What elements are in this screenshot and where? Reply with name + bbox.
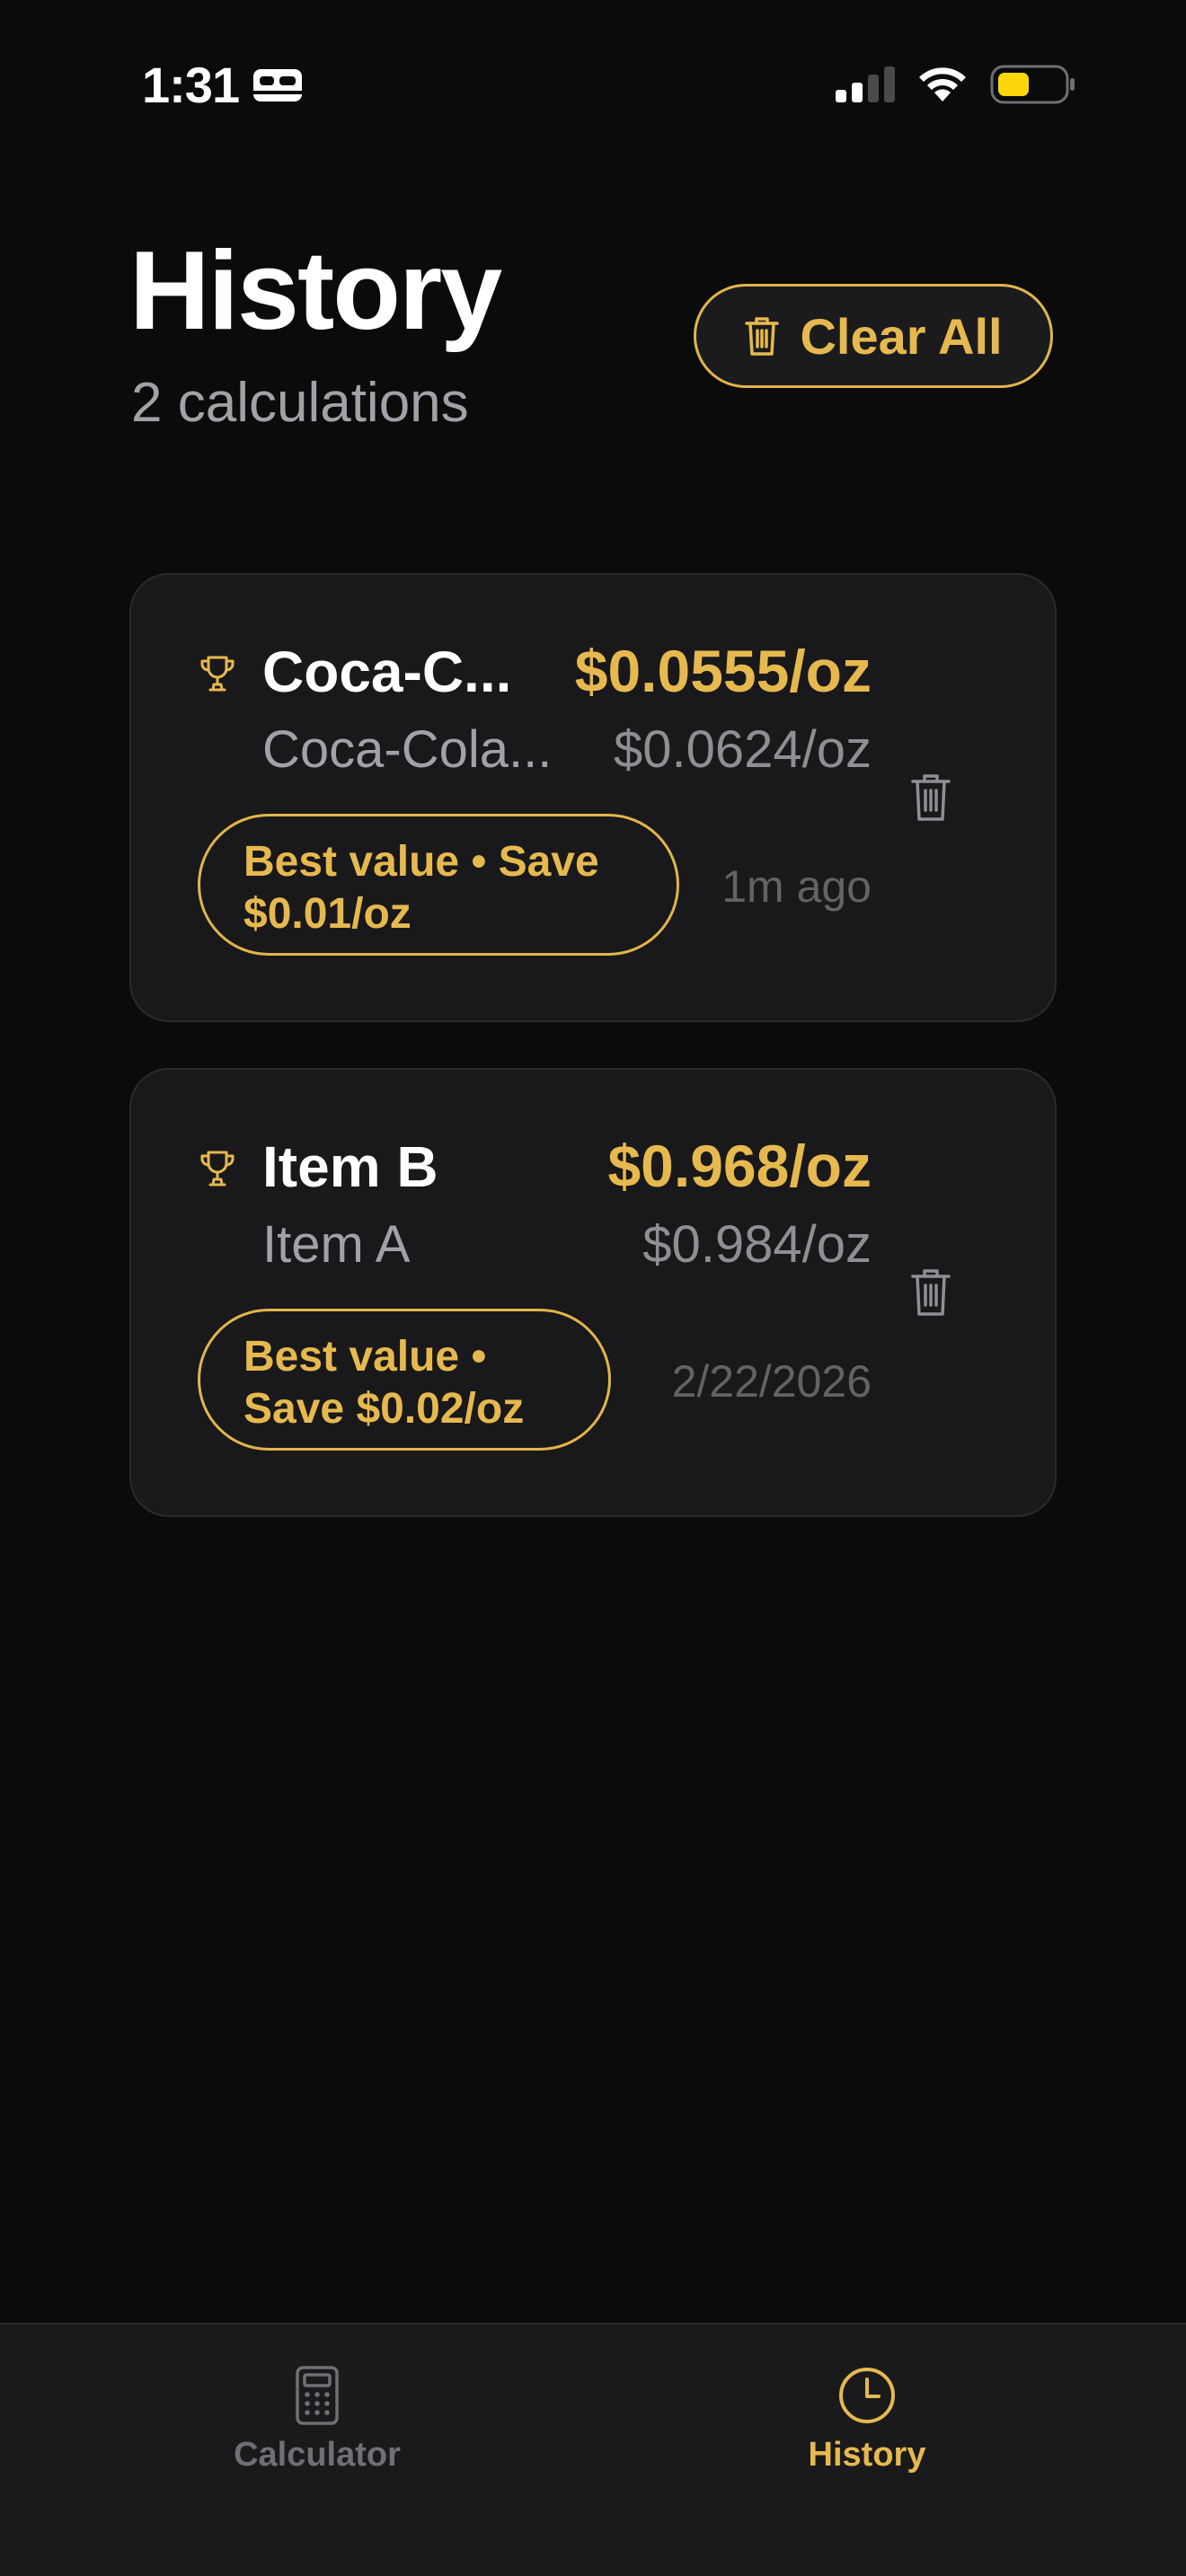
trash-icon [744,314,780,357]
tab-bar: Calculator History [0,2323,1186,2576]
other-name: Coca-Cola... [262,720,553,779]
other-price: $0.0624/oz [613,720,872,779]
history-card[interactable]: Coca-C... $0.0555/oz Coca-Cola... $0.062… [129,573,1057,1022]
trash-icon [909,1266,963,1318]
page-title: History [129,229,502,353]
timestamp: 1m ago [721,861,872,912]
tab-history[interactable]: History [719,2366,1015,2472]
trash-icon [909,771,963,823]
cellular-signal-icon [836,66,895,102]
status-time: 1:31 [142,57,240,113]
other-name: Item A [262,1215,411,1274]
clear-all-button[interactable]: Clear All [694,284,1053,388]
winner-price: $0.968/oz [607,1133,872,1199]
tab-label: History [808,2436,926,2474]
timestamp: 2/22/2026 [671,1356,872,1407]
history-card[interactable]: Item B $0.968/oz Item A $0.984/oz Best v… [129,1068,1057,1517]
calculator-icon [296,2366,339,2425]
winner-name: Item B [262,1134,438,1199]
tab-label: Calculator [234,2436,401,2474]
calculation-count: 2 calculations [131,372,469,434]
other-price: $0.984/oz [642,1215,872,1274]
trophy-icon [198,1149,237,1188]
wifi-icon [916,66,969,103]
clear-all-label: Clear All [800,307,1003,365]
bed-icon [252,67,304,103]
status-indicators [836,65,1076,104]
battery-icon [990,65,1076,104]
savings-badge: Best value • Save $0.02/oz [198,1309,611,1451]
tab-calculator[interactable]: Calculator [169,2366,465,2472]
winner-name: Coca-C... [262,640,512,704]
winner-price: $0.0555/oz [574,638,872,704]
trophy-icon [198,654,237,693]
status-time-group: 1:31 [142,56,304,114]
delete-button[interactable] [909,771,963,828]
savings-badge: Best value • Save $0.01/oz [198,814,679,956]
delete-button[interactable] [909,1266,963,1323]
status-bar: 1:31 [0,0,1186,171]
clock-icon [837,2366,897,2425]
